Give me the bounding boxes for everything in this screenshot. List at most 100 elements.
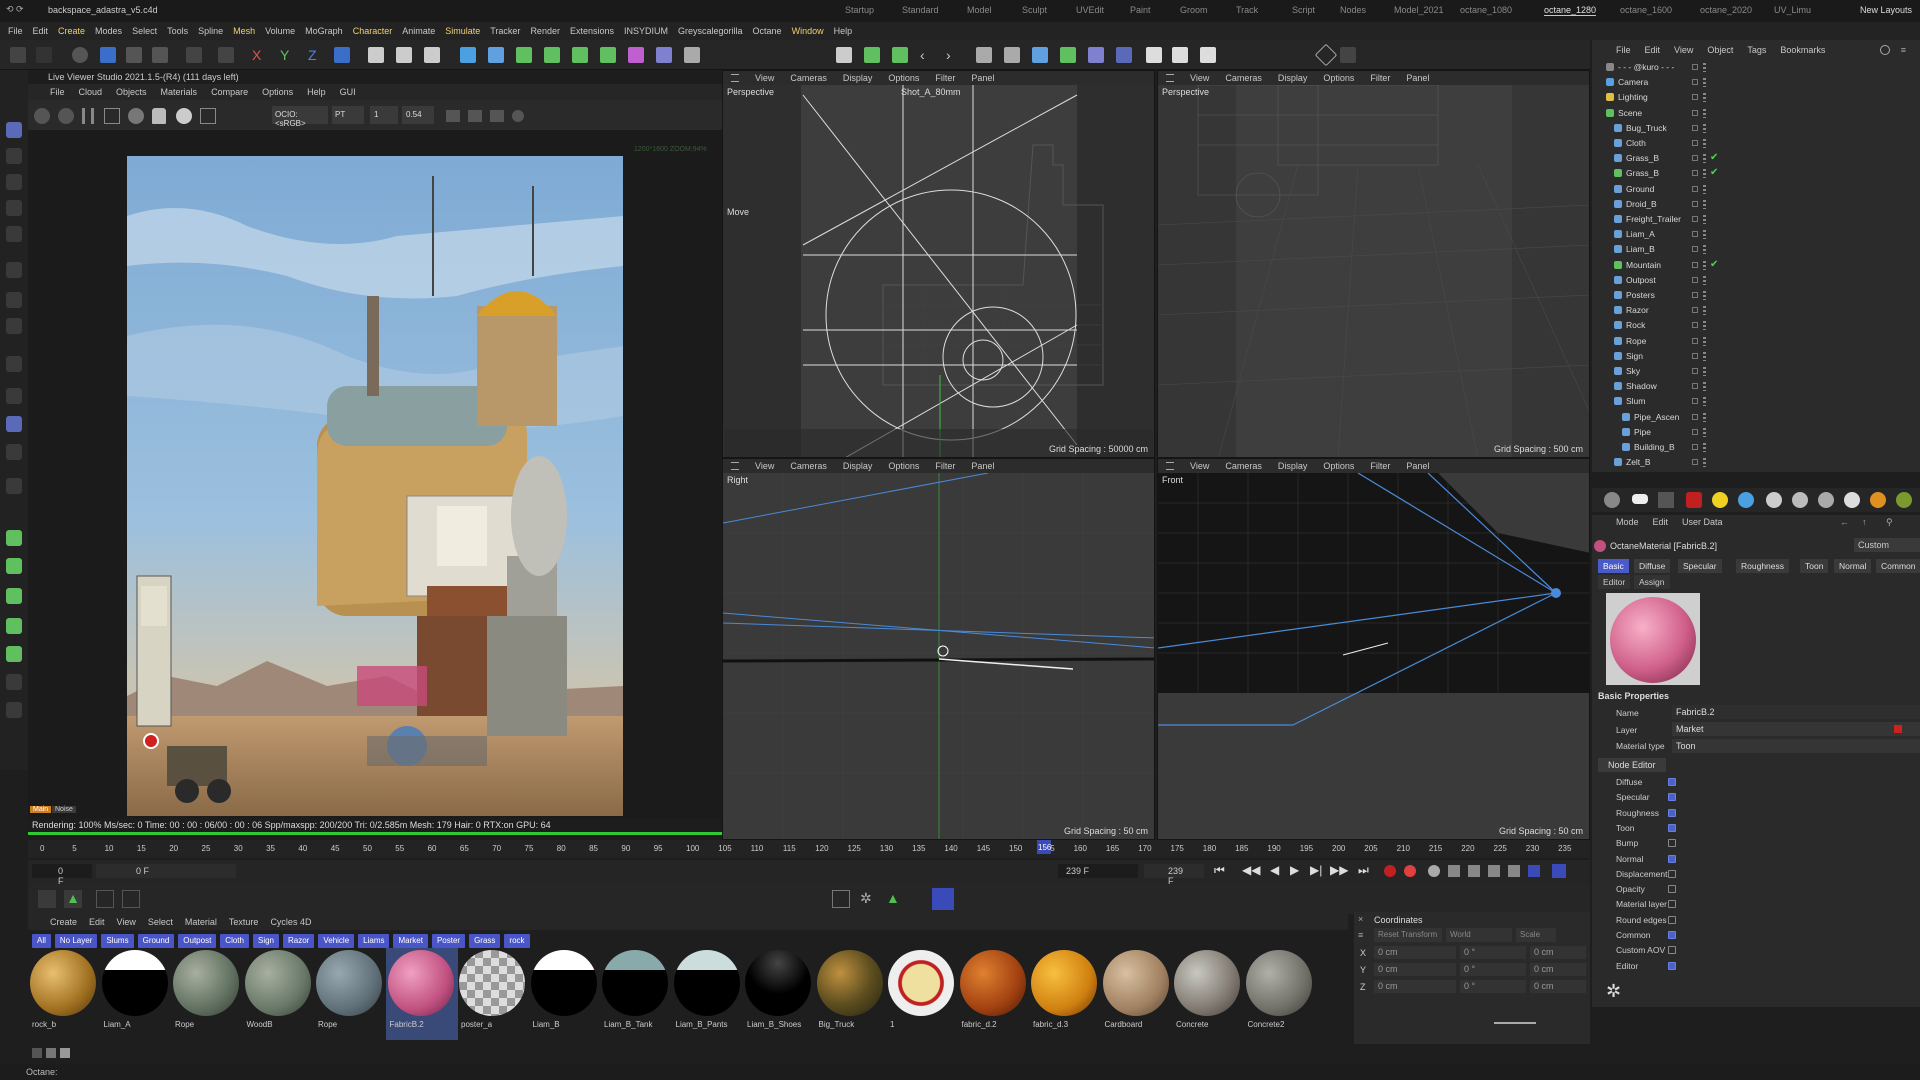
x-axis-icon[interactable]: X xyxy=(252,47,268,63)
object-row[interactable]: Razor xyxy=(1592,303,1920,318)
menu-item[interactable]: Volume xyxy=(265,26,295,36)
layout-tab[interactable]: Nodes xyxy=(1340,5,1366,15)
arrow-right-icon[interactable]: › xyxy=(946,47,962,63)
material-thumbnail[interactable] xyxy=(316,950,382,1016)
coordinates-menu-icon[interactable]: ≡ xyxy=(1358,930,1363,940)
material-thumbnail[interactable] xyxy=(1174,950,1240,1016)
object-row[interactable]: Camera xyxy=(1592,75,1920,90)
value-field-1[interactable]: 1 xyxy=(370,106,398,124)
position-field[interactable]: 0 cm xyxy=(1374,980,1456,993)
visibility-dots[interactable] xyxy=(1703,458,1706,468)
object-row[interactable]: Scene xyxy=(1592,106,1920,121)
material-thumbnail[interactable] xyxy=(1102,950,1169,1016)
object-menu-item[interactable]: Edit xyxy=(1645,45,1661,55)
value-field-2[interactable]: 0.54 xyxy=(402,106,434,124)
channel-checkbox[interactable] xyxy=(1668,900,1676,909)
object-row[interactable]: Bug_Truck xyxy=(1592,121,1920,136)
visibility-dots[interactable] xyxy=(1703,123,1706,133)
key-pla-icon[interactable] xyxy=(1528,865,1540,877)
viewport-right[interactable]: View Cameras Display Options Filter Pane… xyxy=(722,458,1155,840)
hamburger-icon[interactable] xyxy=(1166,462,1174,470)
visibility-dots[interactable] xyxy=(1703,306,1706,316)
camera-view-icon[interactable] xyxy=(446,110,460,122)
vp-menu-display[interactable]: Display xyxy=(1278,73,1308,83)
layer-checkbox[interactable] xyxy=(1692,64,1698,70)
vp-menu-options[interactable]: Options xyxy=(888,73,919,83)
object-row[interactable]: Building_B xyxy=(1592,440,1920,455)
layer-checkbox[interactable] xyxy=(1692,276,1698,283)
visibility-dots[interactable] xyxy=(1703,184,1706,194)
layer-checkbox[interactable] xyxy=(1692,216,1698,222)
object-menu-item[interactable]: File xyxy=(1616,45,1631,55)
magnet-tool-icon[interactable] xyxy=(6,356,22,372)
object-row[interactable]: Shadow xyxy=(1592,379,1920,394)
attribute-tab[interactable]: Specular xyxy=(1678,559,1722,573)
object-row[interactable]: Sky xyxy=(1592,364,1920,379)
visibility-dots[interactable] xyxy=(1703,443,1706,452)
position-field[interactable]: 0 cm xyxy=(1374,946,1456,959)
live-viewer-menu-item[interactable]: Options xyxy=(262,87,293,97)
visibility-dots[interactable] xyxy=(1703,108,1706,118)
prev-frame-icon[interactable]: ◀ xyxy=(1270,863,1279,877)
live-viewer-menu-item[interactable]: Cloud xyxy=(79,87,103,97)
object-menu-item[interactable]: Object xyxy=(1707,45,1733,55)
layout-tab[interactable]: Sculpt xyxy=(1022,5,1047,15)
next-frame-icon[interactable]: ▶| xyxy=(1310,863,1322,877)
visibility-dots[interactable] xyxy=(1703,154,1706,164)
attribute-tab[interactable]: Diffuse xyxy=(1634,559,1671,573)
material-thumbnail[interactable] xyxy=(244,950,311,1016)
object-row[interactable]: Pipe_Ascen xyxy=(1592,410,1920,425)
main-render-button[interactable]: Main xyxy=(30,806,52,813)
layer-checkbox[interactable] xyxy=(1692,383,1698,390)
layout-tab[interactable]: UV_Limu xyxy=(1774,5,1811,15)
vp-menu-filter[interactable]: Filter xyxy=(1370,73,1390,83)
timeline-settings-icon[interactable] xyxy=(1552,864,1566,878)
model-mode-icon[interactable] xyxy=(6,122,22,138)
menu-item[interactable]: Mesh xyxy=(233,26,255,36)
channel-checkbox[interactable] xyxy=(1668,915,1676,924)
new-layouts-button[interactable]: New Layouts xyxy=(1860,5,1912,15)
vp-menu-panel[interactable]: Panel xyxy=(1406,73,1429,83)
go-start-icon[interactable]: ⏮ xyxy=(1214,863,1225,878)
channel-checkbox[interactable] xyxy=(1668,946,1676,955)
vp-menu-panel[interactable]: Panel xyxy=(971,73,994,83)
layout-tab[interactable]: octane_2020 xyxy=(1700,5,1752,15)
channel-checkbox[interactable] xyxy=(1668,931,1676,939)
kernel-select[interactable]: PT xyxy=(332,106,364,124)
render-picture-icon[interactable] xyxy=(396,47,412,63)
assign-tab[interactable]: Assign xyxy=(1634,575,1670,589)
glass-sphere-icon[interactable] xyxy=(1818,492,1834,508)
workplane-icon[interactable] xyxy=(892,47,908,63)
move-tool-icon[interactable] xyxy=(100,47,116,63)
vp-menu-options[interactable]: Options xyxy=(1323,461,1354,471)
attribute-tab[interactable]: Toon xyxy=(1800,559,1829,573)
layer-checkbox[interactable] xyxy=(1692,459,1698,466)
ocio-select[interactable]: OCIO:<sRGB> xyxy=(272,106,328,128)
layout-tab[interactable]: Paint xyxy=(1130,5,1151,15)
hex-alt-icon[interactable] xyxy=(1172,47,1188,63)
material-thumbnail[interactable] xyxy=(459,950,525,1016)
triangle-tool-icon[interactable]: ▲ xyxy=(886,890,904,908)
search-icon[interactable] xyxy=(1880,45,1890,55)
transform-icon[interactable] xyxy=(186,47,202,63)
light-icon[interactable] xyxy=(1632,494,1648,504)
vp-menu-options[interactable]: Options xyxy=(1323,73,1354,83)
layer-checkbox[interactable] xyxy=(1692,246,1698,253)
object-row[interactable]: Cloth xyxy=(1592,136,1920,151)
octane-tool-icon[interactable] xyxy=(6,588,22,604)
material-thumbnail[interactable] xyxy=(30,950,96,1016)
reset-transform-button[interactable]: Reset Transform xyxy=(1374,928,1442,942)
vp-menu-view[interactable]: View xyxy=(1190,461,1209,471)
undo-icon[interactable] xyxy=(10,47,26,63)
vp-menu-display[interactable]: Display xyxy=(1278,461,1308,471)
menu-item[interactable]: Simulate xyxy=(445,26,480,36)
vp-menu-options[interactable]: Options xyxy=(888,461,919,471)
keyframe-icon[interactable] xyxy=(1428,865,1440,877)
menu-item[interactable]: MoGraph xyxy=(305,26,343,36)
mix-sphere-icon[interactable] xyxy=(1896,492,1912,508)
object-menu-item[interactable]: View xyxy=(1674,45,1693,55)
layout-tab[interactable]: Standard xyxy=(902,5,939,15)
lock-attr-icon[interactable]: ⚲ xyxy=(1886,517,1893,528)
visibility-dots[interactable] xyxy=(1703,93,1706,103)
render-settings-icon[interactable] xyxy=(424,47,440,63)
